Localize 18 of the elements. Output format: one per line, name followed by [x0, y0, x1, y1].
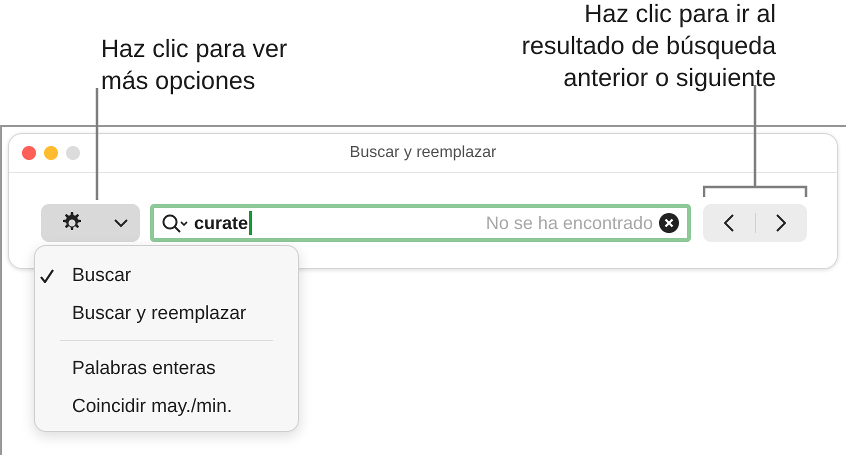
chevron-left-icon: [724, 214, 734, 232]
chevron-right-icon: [776, 214, 786, 232]
chevron-down-icon: [114, 218, 128, 228]
window-title: Buscar y reemplazar: [350, 144, 496, 161]
menu-item[interactable]: Palabras enteras: [35, 350, 298, 388]
text-cursor: [249, 211, 252, 235]
search-field[interactable]: curate No se ha encontrado: [150, 204, 691, 242]
close-button[interactable]: [22, 146, 36, 160]
menu-item[interactable]: Buscar y reemplazar: [35, 295, 298, 333]
callout-text: Haz clic para ir al resultado de búsqueda anterior o siguiente: [522, 0, 776, 94]
callout-text: Haz clic para ver más opciones: [101, 34, 288, 97]
options-button[interactable]: [41, 204, 140, 242]
search-status: No se ha encontrado: [486, 212, 653, 234]
search-icon: [162, 214, 188, 232]
menu-item[interactable]: Coincidir may./min.: [35, 388, 298, 426]
search-text: curate: [194, 212, 248, 234]
menu-item[interactable]: Buscar: [35, 257, 298, 295]
clear-icon: [659, 213, 679, 233]
